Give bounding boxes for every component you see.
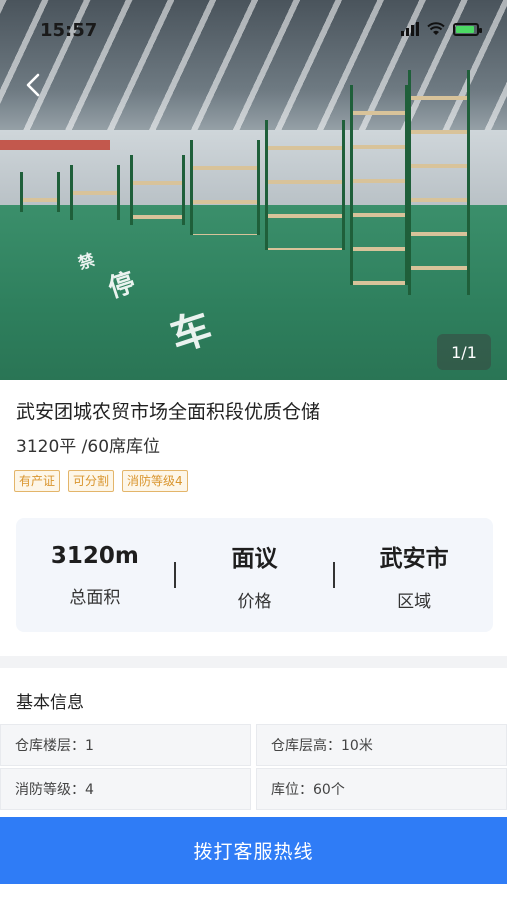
battery-icon <box>453 22 482 36</box>
listing-title: 武安团城农贸市场全面积段优质仓储 <box>16 401 321 423</box>
status-time: 15:57 <box>40 20 98 41</box>
shelf-rack <box>130 155 185 225</box>
shelf-rack <box>70 165 120 220</box>
stats-card: 3120m 总面积 面议 价格 武安市 区域 <box>16 518 493 632</box>
basic-info-title: 基本信息 <box>16 693 84 713</box>
stat-value: 武安市 <box>379 545 449 572</box>
stat-region: 武安市 区域 <box>335 539 493 612</box>
info-storage-slots: 库位：60个 <box>256 768 507 810</box>
tag-divisible: 可分割 <box>68 470 115 492</box>
stat-label: 总面积 <box>69 587 121 608</box>
stat-value: 3120m <box>50 542 139 569</box>
call-hotline-button[interactable]: 拨打客服热线 <box>0 817 507 884</box>
photo-page-indicator: 1/1 <box>437 334 491 370</box>
shelf-rack <box>350 85 408 285</box>
wifi-icon <box>427 22 445 35</box>
chevron-left-icon <box>26 73 40 97</box>
shelf-rack <box>190 140 260 235</box>
cellular-signal-icon <box>401 22 419 36</box>
tag-property-certificate: 有产证 <box>14 470 61 492</box>
back-button[interactable] <box>16 68 50 102</box>
stat-label: 区域 <box>397 591 432 612</box>
stat-price: 面议 价格 <box>176 539 334 612</box>
listing-tags: 有产证 可分割 消防等级4 <box>14 470 188 492</box>
status-bar: 15:57 <box>0 0 507 60</box>
listing-subtitle: 3120平 /60席库位 <box>16 437 161 457</box>
info-fire-rating: 消防等级：4 <box>0 768 251 810</box>
section-separator <box>0 656 507 668</box>
stat-total-area: 3120m 总面积 <box>16 543 174 608</box>
info-warehouse-floor: 仓库楼层：1 <box>0 724 251 766</box>
basic-info-grid: 仓库楼层：1 仓库层高：10米 消防等级：4 库位：60个 <box>0 724 507 810</box>
shelf-rack <box>408 70 470 295</box>
warehouse-beam <box>0 140 110 150</box>
tag-fire-rating: 消防等级4 <box>122 470 188 492</box>
info-floor-height: 仓库层高：10米 <box>256 724 507 766</box>
status-icons <box>401 22 482 36</box>
stat-value: 面议 <box>231 545 278 572</box>
stat-label: 价格 <box>237 591 272 612</box>
shelf-rack <box>20 172 60 212</box>
shelf-rack <box>265 120 345 250</box>
